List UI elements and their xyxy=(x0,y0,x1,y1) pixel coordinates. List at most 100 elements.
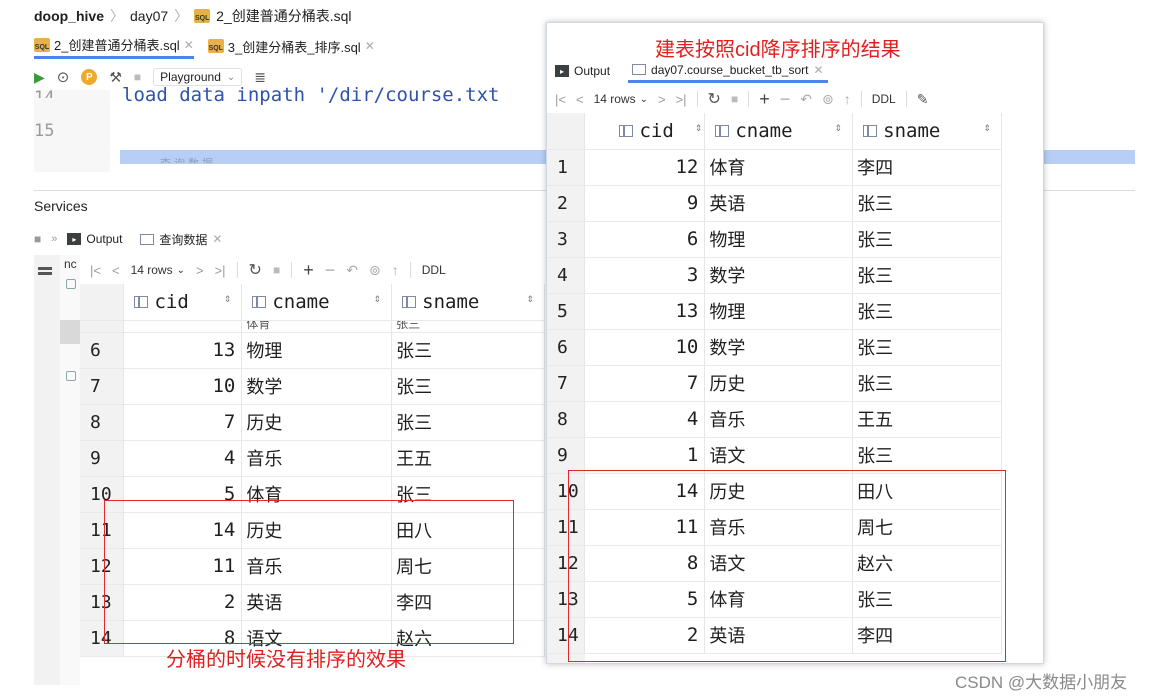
stop-icon[interactable]: ■ xyxy=(273,263,280,277)
cell-sname[interactable]: 张三 xyxy=(391,368,545,405)
cell-cid[interactable]: 7 xyxy=(584,365,706,402)
services-tree-icon[interactable] xyxy=(38,267,52,275)
cell-sname[interactable]: 张三 xyxy=(391,332,545,369)
cell-sname[interactable]: 张三 xyxy=(852,221,1002,258)
table-row[interactable]: 3 6 物理 张三 xyxy=(547,221,1002,258)
cell-cid[interactable]: 10 xyxy=(123,368,243,405)
cell-cid[interactable] xyxy=(123,320,243,333)
sort-icon[interactable]: ⇕ xyxy=(835,120,842,134)
cell-cname[interactable]: 音乐 xyxy=(704,401,854,438)
prev-page-icon[interactable]: < xyxy=(112,263,120,278)
tab-course-bucket-tb-sort[interactable]: day07.course_bucket_tb_sort ✕ xyxy=(628,59,828,83)
table-row-partial[interactable]: 体育 张三 xyxy=(80,320,545,333)
close-icon[interactable]: ✕ xyxy=(813,63,823,77)
cell-cid[interactable]: 4 xyxy=(584,401,706,438)
add-row-icon[interactable]: + xyxy=(303,260,314,281)
cell-sname[interactable]: 张三 xyxy=(391,404,545,441)
cell-sname[interactable]: 张三 xyxy=(852,257,1002,294)
submit-icon[interactable]: ↑ xyxy=(844,91,851,107)
table-row[interactable]: 9 1 语文 张三 xyxy=(547,437,1002,474)
table-row[interactable]: 7 10 数学 张三 xyxy=(80,368,545,405)
delete-row-icon[interactable]: − xyxy=(780,89,791,110)
cell-sname[interactable]: 张三 xyxy=(852,329,1002,366)
cell-cid[interactable]: 13 xyxy=(584,293,706,330)
table-row[interactable]: 5 13 物理 张三 xyxy=(547,293,1002,330)
cell-sname[interactable]: 张三 xyxy=(852,365,1002,402)
first-page-icon[interactable]: |< xyxy=(555,92,566,107)
cell-cname[interactable]: 历史 xyxy=(241,404,393,441)
cell-cid[interactable]: 3 xyxy=(584,257,706,294)
cell-cid[interactable]: 6 xyxy=(584,221,706,258)
refresh-icon[interactable]: ↻ xyxy=(708,89,721,109)
cell-sname[interactable]: 李四 xyxy=(852,149,1002,186)
cell-sname[interactable]: 张三 xyxy=(852,185,1002,222)
table-row[interactable]: 4 3 数学 张三 xyxy=(547,257,1002,294)
cell-cid[interactable]: 12 xyxy=(584,149,706,186)
table-row[interactable]: 2 9 英语 张三 xyxy=(547,185,1002,222)
tab-query-data[interactable]: 查询数据 ✕ xyxy=(140,231,222,248)
next-page-icon[interactable]: > xyxy=(196,263,204,278)
cell-cname[interactable]: 物理 xyxy=(704,293,854,330)
history-icon[interactable]: ⊙ xyxy=(57,68,70,86)
cell-cname[interactable]: 体育 xyxy=(241,320,393,333)
cell-sname[interactable]: 张三 xyxy=(852,293,1002,330)
table-row[interactable]: 8 4 音乐 王五 xyxy=(547,401,1002,438)
services-node-label[interactable]: nc xyxy=(64,257,77,271)
next-page-icon[interactable]: > xyxy=(658,92,666,107)
breadcrumb-project[interactable]: doop_hive xyxy=(34,8,104,24)
connection-icon[interactable] xyxy=(66,371,76,381)
table-row[interactable]: 1 12 体育 李四 xyxy=(547,149,1002,186)
column-header-sname[interactable]: sname ⇕ xyxy=(852,113,1002,150)
column-header-cid[interactable]: cid ⇕ xyxy=(123,284,243,321)
cell-cname[interactable]: 数学 xyxy=(704,329,854,366)
tab-output[interactable]: ▸ Output xyxy=(555,64,610,78)
rows-dropdown[interactable]: 14 rows ⌄ xyxy=(594,92,648,106)
cell-cname[interactable]: 语文 xyxy=(704,437,854,474)
rows-dropdown[interactable]: 14 rows ⌄ xyxy=(131,263,185,277)
table-row[interactable]: 7 7 历史 张三 xyxy=(547,365,1002,402)
pin-icon[interactable]: ✎ xyxy=(917,91,929,108)
cell-cname[interactable]: 英语 xyxy=(704,185,854,222)
cell-cid[interactable]: 10 xyxy=(584,329,706,366)
cell-sname[interactable]: 王五 xyxy=(852,401,1002,438)
column-header-cname[interactable]: cname ⇕ xyxy=(704,113,854,150)
connection-icon[interactable] xyxy=(66,279,76,289)
cell-cname[interactable]: 物理 xyxy=(704,221,854,258)
sort-icon[interactable]: ⇕ xyxy=(984,120,991,134)
close-icon[interactable]: ✕ xyxy=(184,38,194,52)
sort-icon[interactable]: ⇕ xyxy=(224,291,231,305)
close-icon[interactable]: ✕ xyxy=(212,232,222,246)
preview-icon[interactable]: ⊚ xyxy=(822,91,834,108)
table-row[interactable]: 9 4 音乐 王五 xyxy=(80,440,545,477)
breadcrumb-file[interactable]: 2_创建普通分桶表.sql xyxy=(216,6,351,26)
prev-page-icon[interactable]: < xyxy=(576,92,584,107)
close-icon[interactable]: ✕ xyxy=(365,39,375,53)
last-page-icon[interactable]: >| xyxy=(215,263,226,278)
ddl-button[interactable]: DDL xyxy=(422,263,446,277)
editor-tab-2[interactable]: SQL 2_创建普通分桶表.sql ✕ xyxy=(34,35,194,59)
cell-cname[interactable]: 音乐 xyxy=(241,440,393,477)
profile-badge-icon[interactable]: P xyxy=(81,69,98,85)
cell-cid[interactable]: 4 xyxy=(123,440,243,477)
cell-cid[interactable]: 13 xyxy=(123,332,243,369)
cell-sname[interactable]: 王五 xyxy=(391,440,545,477)
revert-icon[interactable]: ↶ xyxy=(800,91,812,108)
cell-cid[interactable]: 9 xyxy=(584,185,706,222)
stop-icon[interactable]: ■ xyxy=(34,232,41,246)
column-header-cid[interactable]: cid ⇕ xyxy=(584,113,706,150)
sort-icon[interactable]: ⇕ xyxy=(374,291,381,305)
table-row[interactable]: 6 13 物理 张三 xyxy=(80,332,545,369)
breadcrumb-folder[interactable]: day07 xyxy=(130,8,168,24)
cell-cname[interactable]: 数学 xyxy=(241,368,393,405)
wrench-icon[interactable]: ⚒ xyxy=(109,69,122,86)
expand-icon[interactable]: » xyxy=(51,233,57,245)
code-line[interactable]: load data inpath '/dir/course.txt xyxy=(122,84,500,106)
tab-output[interactable]: ▸ Output xyxy=(67,232,122,246)
cell-sname[interactable]: 张三 xyxy=(391,320,545,333)
refresh-icon[interactable]: ↻ xyxy=(249,260,262,280)
run-icon[interactable]: ▶ xyxy=(34,69,45,86)
revert-icon[interactable]: ↶ xyxy=(346,262,358,279)
tx-mode-icon[interactable]: ≣ xyxy=(254,69,266,86)
preview-icon[interactable]: ⊚ xyxy=(369,262,381,279)
first-page-icon[interactable]: |< xyxy=(90,263,101,278)
